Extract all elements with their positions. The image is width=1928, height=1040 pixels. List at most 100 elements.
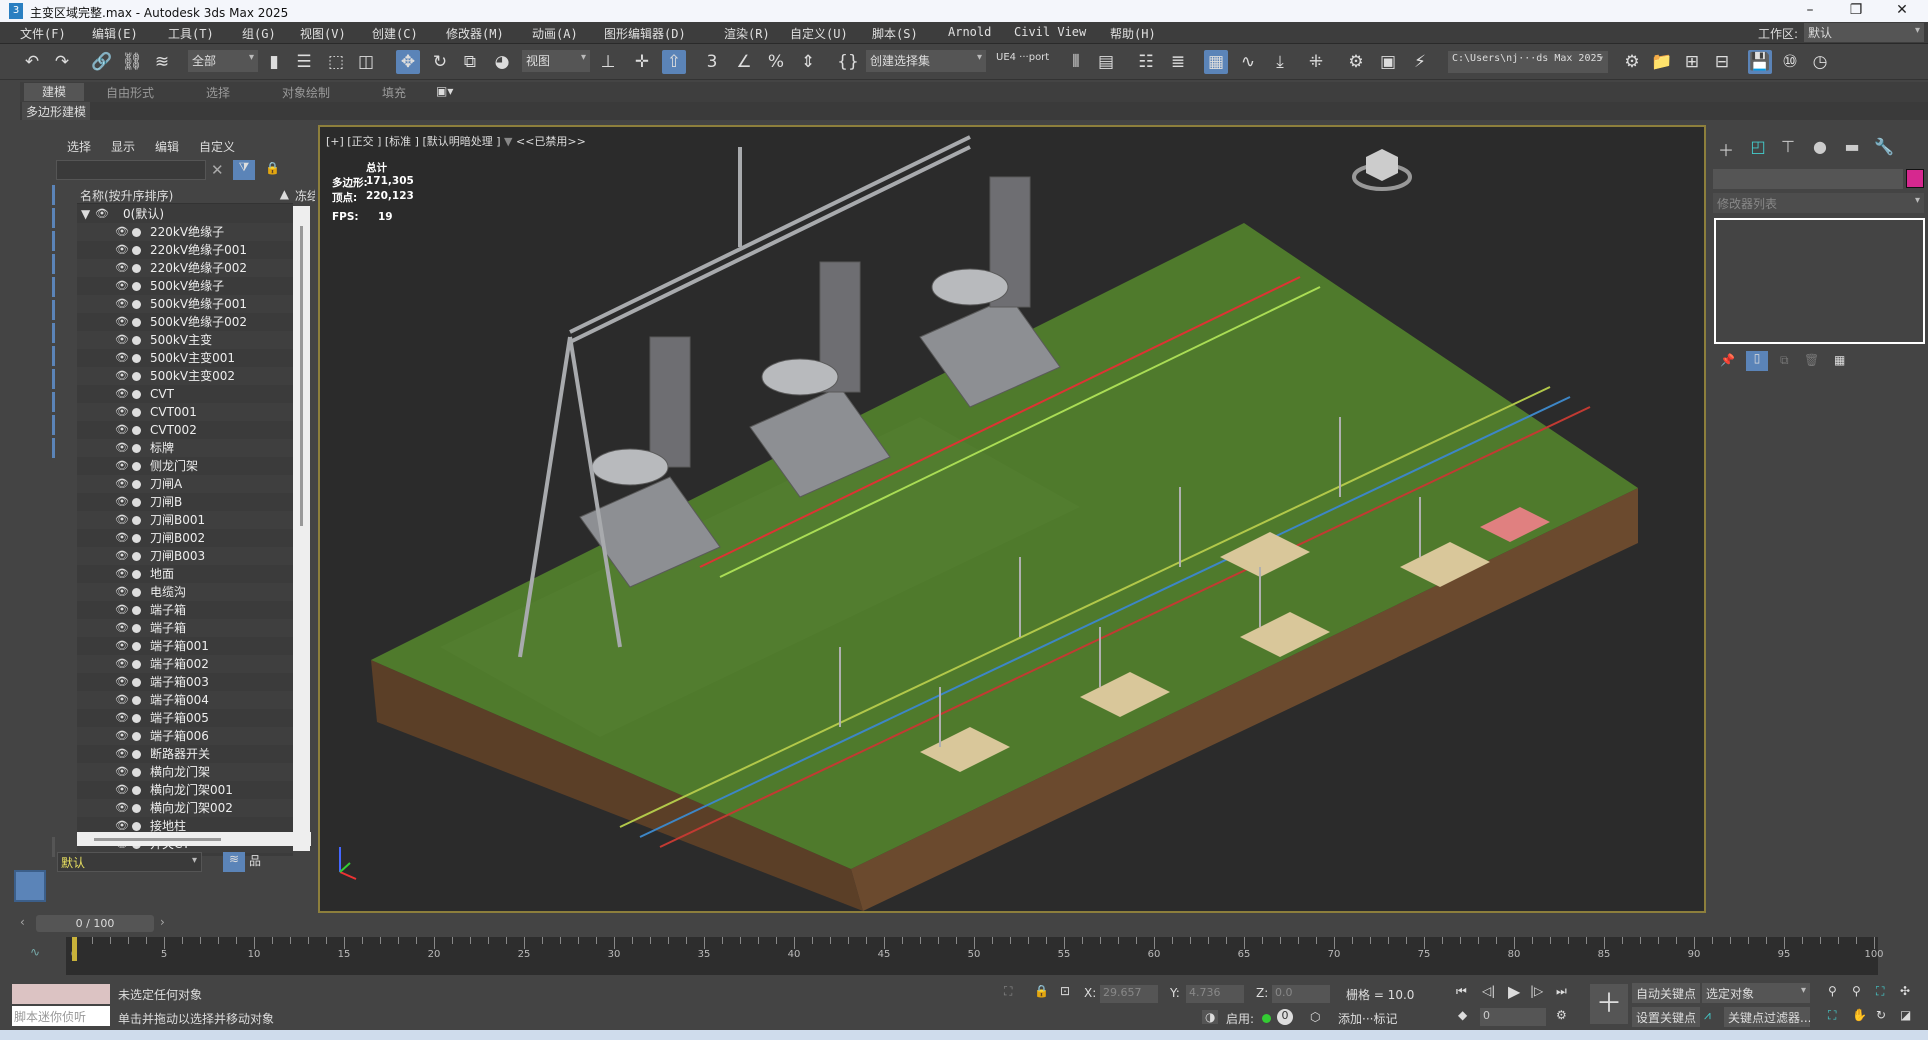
eye-icon[interactable]: 👁 (115, 745, 129, 763)
menu-3[interactable]: 组(G) (242, 25, 276, 42)
menu-11[interactable]: 脚本(S) (872, 25, 918, 42)
active-layer-select[interactable]: 默认 (57, 852, 202, 872)
explorer-search-input[interactable] (56, 160, 206, 180)
maxscript-mini-listener[interactable]: 脚本迷你侦听 (12, 1006, 110, 1026)
menu-6[interactable]: 修改器(M) (446, 25, 504, 42)
current-frame-field[interactable]: 0 (1480, 1008, 1546, 1026)
tab-freeform[interactable]: 自由形式 (106, 84, 154, 101)
freeze-dot-icon[interactable] (132, 822, 141, 831)
render-production-icon[interactable]: ⚡ (1408, 50, 1432, 74)
eye-icon[interactable]: 👁 (115, 439, 129, 457)
maxscript-listener-pink[interactable] (12, 984, 110, 1004)
explorer-item[interactable]: 👁 刀闸B003 (77, 547, 293, 565)
explorer-item[interactable]: 👁 地面 (77, 565, 293, 583)
play-icon[interactable]: ▶ (1508, 982, 1520, 1001)
perspective-viewport[interactable]: [+] [正交 ] [标准 ] [默认明暗处理 ] ▼ <<已禁用>> 总计 多… (318, 125, 1706, 913)
frozen-column-header[interactable]: 冻结 (295, 187, 315, 204)
eye-icon[interactable]: 👁 (115, 367, 129, 385)
ue4-port-button[interactable]: UE4 ···port (992, 50, 1053, 72)
eye-icon[interactable]: 👁 (115, 673, 129, 691)
explorer-horizontal-scrollbar[interactable] (77, 832, 311, 846)
explorer-item[interactable]: 👁 刀闸B002 (77, 529, 293, 547)
eye-icon[interactable]: 👁 (115, 601, 129, 619)
explorer-item[interactable]: 👁 刀闸B (77, 493, 293, 511)
pin-stack-icon[interactable]: 📌 (1720, 353, 1735, 367)
freeze-dot-icon[interactable] (132, 282, 141, 291)
eye-icon[interactable]: 👁 (115, 475, 129, 493)
clear-search-icon[interactable]: ✕ (211, 161, 224, 179)
freeze-dot-icon[interactable] (132, 606, 141, 615)
explorer-item[interactable]: 👁 CVT002 (77, 421, 293, 439)
explorer-item[interactable]: 👁 220kV绝缘子 (77, 223, 293, 241)
freeze-dot-icon[interactable] (132, 480, 141, 489)
field-of-view-icon[interactable]: ⛶ (1828, 1008, 1836, 1023)
eye-icon[interactable]: 👁 (115, 511, 129, 529)
named-selection-select[interactable]: 创建选择集 (866, 50, 986, 72)
percent-snap-icon[interactable]: % (764, 50, 788, 74)
explorer-item[interactable]: 👁 横向龙门架002 (77, 799, 293, 817)
make-unique-icon[interactable]: ⧉ (1780, 353, 1789, 368)
eye-icon[interactable]: 👁 (115, 385, 129, 403)
menu-14[interactable]: 帮助(H) (1110, 25, 1156, 42)
window-crossing-icon[interactable]: ◫ (354, 50, 378, 74)
explorer-item[interactable]: 👁 500kV主变 (77, 331, 293, 349)
timeline-track[interactable]: 0510152025303540455055606570758085909510… (66, 937, 1884, 975)
object-name-input[interactable] (1713, 169, 1903, 189)
freeze-dot-icon[interactable] (132, 516, 141, 525)
eye-icon[interactable]: 👁 (115, 709, 129, 727)
selection-lock-icon[interactable]: ✛ (630, 50, 654, 74)
eye-icon[interactable]: 👁 (95, 205, 109, 223)
mirror-icon[interactable]: ⫴ (1064, 50, 1088, 74)
maximize-viewport-icon[interactable]: ◪ (1900, 1008, 1911, 1022)
eye-icon[interactable]: 👁 (115, 241, 129, 259)
maximize-button[interactable]: ❐ (1838, 2, 1874, 20)
freeze-dot-icon[interactable] (132, 696, 141, 705)
freeze-dot-icon[interactable] (132, 228, 141, 237)
next-frame-icon[interactable]: › (160, 915, 165, 929)
menu-9[interactable]: 渲染(R) (724, 25, 770, 42)
select-move-icon[interactable]: ✥ (396, 50, 420, 74)
eye-icon[interactable]: 👁 (115, 403, 129, 421)
object-color-swatch[interactable] (1906, 169, 1924, 188)
ribbon-toggle-icon[interactable]: ▦ (1204, 50, 1228, 74)
configure-modifier-sets-icon[interactable]: ▦ (1834, 353, 1845, 367)
zoom-extents-icon[interactable]: ⛶ (1876, 984, 1884, 999)
scene-explorer-toggle-icon[interactable]: ☷ (1134, 50, 1158, 74)
modify-tab-icon[interactable]: ◰ (1746, 137, 1770, 159)
y-coordinate-field[interactable]: 4.736 (1186, 985, 1244, 1003)
tab-populate[interactable]: 填充 (382, 84, 406, 101)
eye-icon[interactable]: 👁 (115, 763, 129, 781)
explorer-item[interactable]: 👁 500kV主变002 (77, 367, 293, 385)
freeze-dot-icon[interactable] (132, 534, 141, 543)
freeze-dot-icon[interactable] (132, 300, 141, 309)
freeze-dot-icon[interactable] (132, 390, 141, 399)
eye-icon[interactable]: 👁 (115, 529, 129, 547)
eye-icon[interactable]: 👁 (115, 349, 129, 367)
close-button[interactable]: ✕ (1884, 2, 1920, 20)
project-structure-icon[interactable]: ⊟ (1710, 50, 1734, 74)
bind-space-warp-icon[interactable]: ≋ (150, 50, 174, 74)
eye-icon[interactable]: 👁 (115, 727, 129, 745)
align-icon[interactable]: ▤ (1094, 50, 1118, 74)
time-slider-thumb[interactable]: 0 / 100 (36, 915, 154, 932)
eye-icon[interactable]: 👁 (115, 583, 129, 601)
add-time-tag[interactable]: 添加···标记 (1338, 1010, 1397, 1027)
add-tag-icon[interactable]: ⬡ (1310, 1010, 1320, 1024)
undo-icon[interactable]: ↶ (20, 50, 44, 74)
explorer-item[interactable]: 👁 500kV绝缘子 (77, 277, 293, 295)
pan-icon[interactable]: ✋ (1852, 1008, 1867, 1022)
eye-icon[interactable]: 👁 (115, 565, 129, 583)
explorer-item[interactable]: 👁 横向龙门架 (77, 763, 293, 781)
eye-icon[interactable]: 👁 (115, 547, 129, 565)
show-end-result-icon[interactable]: ▯ (1746, 351, 1768, 371)
link-icon[interactable]: 🔗 (90, 50, 114, 74)
explorer-item[interactable]: 👁 侧龙门架 (77, 457, 293, 475)
freeze-dot-icon[interactable] (132, 660, 141, 669)
eye-icon[interactable]: 👁 (115, 313, 129, 331)
display-tab-icon[interactable]: ▬ (1840, 137, 1864, 159)
menu-10[interactable]: 自定义(U) (790, 25, 848, 42)
x-coordinate-field[interactable]: 29.657 (1100, 985, 1158, 1003)
menu-2[interactable]: 工具(T) (168, 25, 214, 42)
adaptive-degradation-icon[interactable]: ◑ (1202, 1010, 1219, 1024)
auto-key-button[interactable]: 自动关键点 (1632, 983, 1701, 1003)
